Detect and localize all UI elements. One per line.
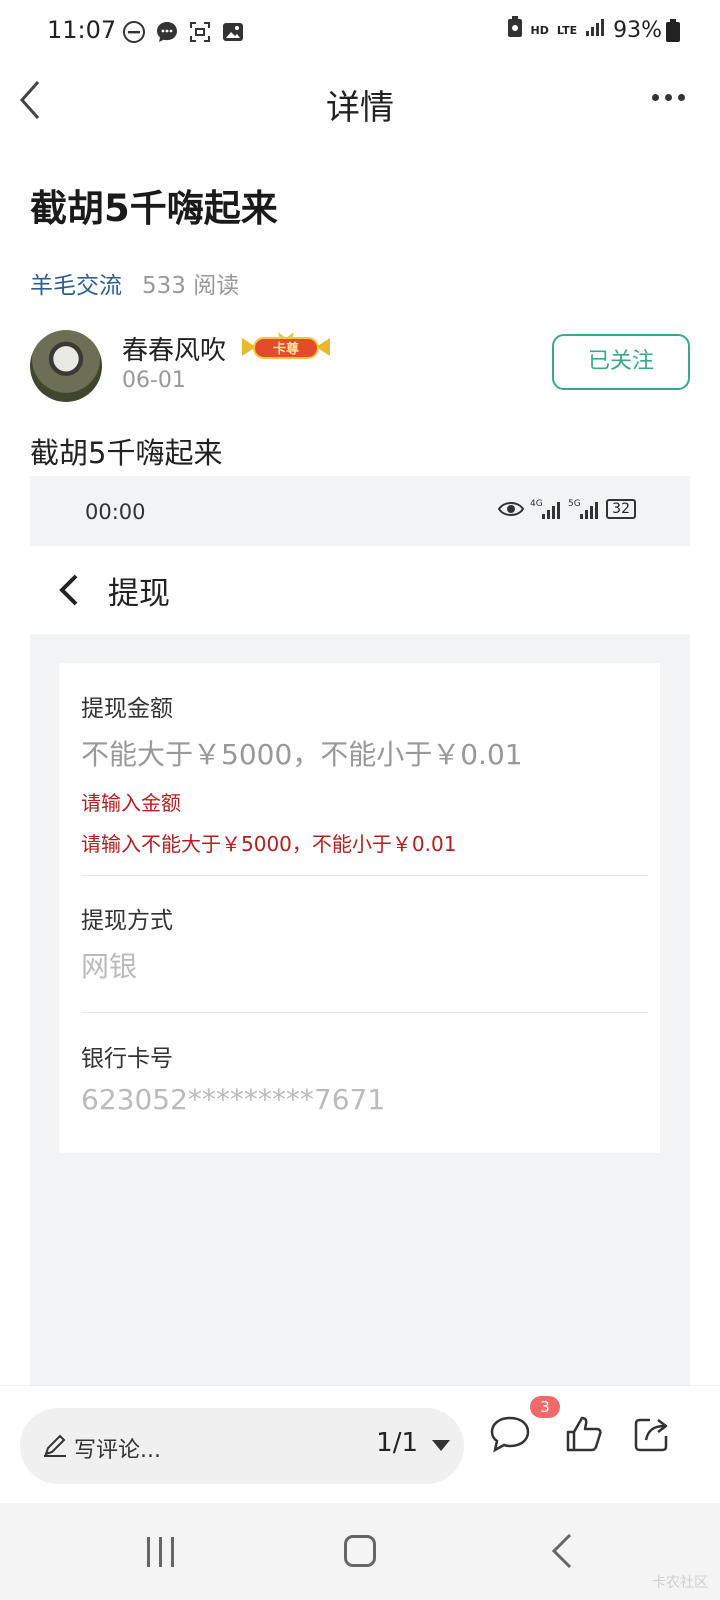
- signal-4g-icon: 4G: [530, 499, 561, 519]
- avatar[interactable]: [30, 330, 102, 402]
- comment-placeholder: 写评论...: [74, 1438, 161, 1463]
- more-button[interactable]: [648, 94, 688, 106]
- divider: [81, 875, 648, 876]
- system-back-icon[interactable]: [550, 1533, 574, 1569]
- dnd-icon: [122, 20, 146, 44]
- amount-placeholder: 不能大于￥5000，不能小于￥0.01: [81, 738, 523, 771]
- category-link[interactable]: 羊毛交流: [30, 266, 122, 300]
- comment-button[interactable]: [488, 1412, 532, 1456]
- pencil-icon: [44, 1434, 66, 1457]
- svg-text:卡尊: 卡尊: [273, 341, 299, 357]
- withdraw-form: 提现金额 不能大于￥5000，不能小于￥0.01 请输入金额 请输入不能大于￥5…: [59, 663, 660, 1153]
- message-icon: [155, 20, 179, 44]
- page-indicator[interactable]: 1/1: [376, 1428, 418, 1458]
- card-number: 623052*********7671: [81, 1083, 386, 1116]
- card-label: 银行卡号: [81, 1046, 173, 1072]
- method-label: 提现方式: [81, 908, 173, 934]
- method-value: 网银: [81, 950, 138, 983]
- amount-error-required: 请输入金额: [81, 791, 181, 815]
- screenshot-icon: [188, 20, 212, 44]
- more-dots-icon: [651, 94, 659, 101]
- author-row: 春春风吹 卡尊 06-01 已关注: [30, 330, 690, 402]
- status-bar: 11:07 HD LTE 93%: [0, 0, 720, 64]
- like-button[interactable]: [562, 1412, 606, 1456]
- thumbs-up-icon: [566, 1416, 602, 1452]
- image-nav-bar: 提现: [30, 546, 690, 634]
- post-meta: 羊毛交流 533 阅读: [30, 266, 239, 300]
- svg-text:4G: 4G: [530, 499, 543, 509]
- post-image[interactable]: 00:00 4G 5G 32 提现 提现金额 不能大于￥5000，不能小于￥0.…: [30, 476, 690, 1391]
- battery-icon: [666, 19, 680, 42]
- comment-bubble-icon: [490, 1416, 530, 1453]
- author-name[interactable]: 春春风吹: [122, 330, 226, 367]
- status-time: 11:07: [47, 16, 117, 44]
- battery-text: 93%: [613, 17, 662, 43]
- post-date: 06-01: [122, 368, 186, 393]
- image-battery: 32: [606, 499, 636, 519]
- system-nav-bar: 卡农社区: [0, 1503, 720, 1600]
- method-field: 提现方式 网银: [81, 901, 648, 985]
- svg-text:5G: 5G: [568, 499, 581, 509]
- status-icons-right: HD LTE 93%: [507, 16, 662, 44]
- hd-label: HD: [530, 23, 549, 37]
- nfc-icon: [507, 16, 523, 44]
- image-status-time: 00:00: [85, 500, 146, 524]
- lte-label: LTE: [556, 23, 578, 37]
- read-count: 533 阅读: [142, 273, 240, 299]
- amount-field: 提现金额 不能大于￥5000，不能小于￥0.01 请输入金额 请输入不能大于￥5…: [81, 689, 648, 857]
- follow-button[interactable]: 已关注: [552, 334, 690, 390]
- image-status-icons: 4G 5G 32: [498, 498, 636, 520]
- post-body: 截胡5千嗨起来: [30, 436, 223, 470]
- image-back-icon: [59, 574, 78, 606]
- bottom-action-bar: 写评论... 1/1 3: [0, 1385, 720, 1503]
- gallery-icon: [221, 20, 245, 44]
- recent-apps-icon[interactable]: [144, 1537, 178, 1567]
- image-page-title: 提现: [108, 576, 170, 612]
- signal-icon: [585, 17, 605, 43]
- vip-badge: 卡尊: [238, 332, 334, 362]
- comment-input[interactable]: 写评论... 1/1: [20, 1408, 464, 1484]
- divider: [81, 1012, 648, 1013]
- top-nav: 详情: [0, 64, 720, 136]
- share-icon: [634, 1418, 668, 1452]
- signal-5g-icon: 5G: [568, 499, 599, 519]
- watermark: 卡农社区: [652, 1575, 708, 1591]
- amount-label: 提现金额: [81, 696, 173, 722]
- home-icon[interactable]: [344, 1535, 376, 1567]
- post-title: 截胡5千嗨起来: [30, 187, 278, 230]
- eye-icon: [498, 502, 525, 516]
- amount-error-range: 请输入不能大于￥5000，不能小于￥0.01: [81, 832, 457, 856]
- comment-count-badge: 3: [530, 1396, 560, 1418]
- card-field: 银行卡号 623052*********7671: [81, 1039, 648, 1116]
- share-button[interactable]: [630, 1412, 674, 1456]
- status-icons-left: [122, 20, 245, 44]
- page-title: 详情: [326, 88, 394, 128]
- image-status-bar: 00:00 4G 5G 32: [30, 476, 690, 546]
- caret-down-icon[interactable]: [432, 1440, 450, 1451]
